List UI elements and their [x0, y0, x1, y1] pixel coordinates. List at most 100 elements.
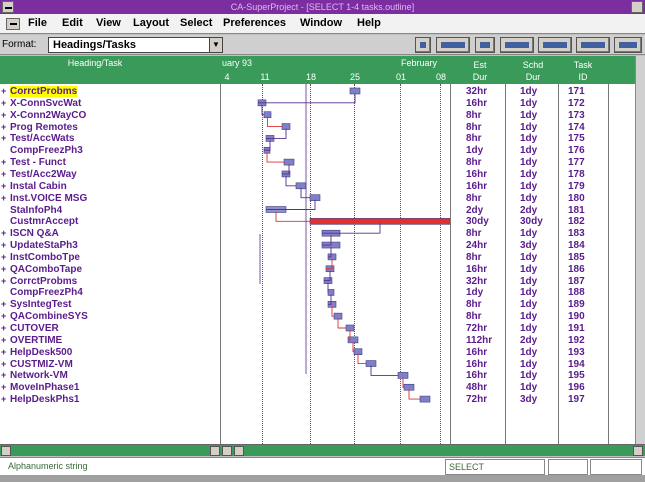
- expand-icon[interactable]: +: [1, 335, 6, 346]
- table-row[interactable]: + CorrctProbms 32hr 1dy 187: [0, 276, 640, 287]
- expand-icon[interactable]: +: [1, 264, 6, 275]
- task-name[interactable]: Test/AccWats: [10, 133, 74, 144]
- table-row[interactable]: CompFreezPh3 1dy 1dy 176: [0, 145, 640, 156]
- table-row[interactable]: + Inst.VOICE MSG 8hr 1dy 180: [0, 193, 640, 204]
- expand-icon[interactable]: +: [1, 323, 6, 334]
- expand-icon[interactable]: +: [1, 133, 6, 144]
- vertical-scrollbar[interactable]: [635, 56, 645, 444]
- scroll-right-icon[interactable]: [234, 446, 244, 456]
- expand-icon[interactable]: +: [1, 122, 6, 133]
- task-name[interactable]: OVERTIME: [10, 335, 62, 346]
- column-heading-task[interactable]: Heading/Task: [20, 58, 170, 68]
- task-name[interactable]: Test/Acc2Way: [10, 169, 77, 180]
- scroll-left-icon[interactable]: [210, 446, 220, 456]
- expand-icon[interactable]: +: [1, 359, 6, 370]
- task-name[interactable]: CompFreezPh4: [10, 287, 83, 298]
- expand-icon[interactable]: +: [1, 193, 6, 204]
- expand-icon[interactable]: +: [1, 240, 6, 251]
- task-name[interactable]: UpdateStaPh3: [10, 240, 78, 251]
- document-menu-icon[interactable]: [6, 18, 20, 30]
- expand-icon[interactable]: +: [1, 110, 6, 121]
- table-row[interactable]: + CUTOVER 72hr 1dy 191: [0, 323, 640, 334]
- menu-edit[interactable]: Edit: [62, 17, 83, 29]
- expand-icon[interactable]: +: [1, 382, 6, 393]
- table-row[interactable]: + HelpDeskPhs1 72hr 3dy 197: [0, 394, 640, 405]
- expand-icon[interactable]: +: [1, 181, 6, 192]
- menu-view[interactable]: View: [96, 17, 121, 29]
- system-menu-icon[interactable]: [2, 1, 14, 13]
- expand-icon[interactable]: +: [1, 157, 6, 168]
- table-row[interactable]: + Network-VM 16hr 1dy 195: [0, 370, 640, 381]
- link-icon[interactable]: [500, 37, 534, 53]
- expand-icon[interactable]: +: [1, 394, 6, 405]
- table-row[interactable]: + Test/Acc2Way 16hr 1dy 178: [0, 169, 640, 180]
- table-row[interactable]: + X-ConnSvcWat 16hr 1dy 172: [0, 98, 640, 109]
- chart-icon[interactable]: [475, 37, 495, 53]
- outline-icon[interactable]: [436, 37, 470, 53]
- table-row[interactable]: StaInfoPh4 2dy 2dy 181: [0, 205, 640, 216]
- table-row[interactable]: + InstComboTpe 8hr 1dy 185: [0, 252, 640, 263]
- menu-file[interactable]: File: [28, 17, 47, 29]
- task-name[interactable]: X-Conn2WayCO: [10, 110, 86, 121]
- expand-icon[interactable]: +: [1, 311, 6, 322]
- table-row[interactable]: + OVERTIME 112hr 2dy 192: [0, 335, 640, 346]
- table-row[interactable]: + Test - Funct 8hr 1dy 177: [0, 157, 640, 168]
- task-name[interactable]: Test - Funct: [10, 157, 66, 168]
- format-dropdown-icon[interactable]: ▼: [209, 37, 223, 53]
- task-name[interactable]: Inst.VOICE MSG: [10, 193, 87, 204]
- task-name[interactable]: Instal Cabin: [10, 181, 67, 192]
- calendar-icon[interactable]: [614, 37, 642, 53]
- table-row[interactable]: + Prog Remotes 8hr 1dy 174: [0, 122, 640, 133]
- expand-icon[interactable]: +: [1, 252, 6, 263]
- table-row[interactable]: + X-Conn2WayCO 8hr 1dy 173: [0, 110, 640, 121]
- expand-icon[interactable]: +: [1, 169, 6, 180]
- column-heading-est[interactable]: Est: [455, 60, 505, 70]
- column-heading-task-id[interactable]: Task: [558, 60, 608, 70]
- task-name[interactable]: Network-VM: [10, 370, 68, 381]
- expand-icon[interactable]: +: [1, 276, 6, 287]
- menu-window[interactable]: Window: [300, 17, 342, 29]
- task-name[interactable]: CompFreezPh3: [10, 145, 83, 156]
- table-row[interactable]: + QAComboTape 16hr 1dy 186: [0, 264, 640, 275]
- task-name[interactable]: CorrctProbms: [10, 276, 77, 287]
- task-name[interactable]: MoveInPhase1: [10, 382, 79, 393]
- task-name[interactable]: HelpDesk500: [10, 347, 72, 358]
- table-row[interactable]: + ISCN Q&A 8hr 1dy 183: [0, 228, 640, 239]
- expand-icon[interactable]: +: [1, 228, 6, 239]
- task-name[interactable]: SysIntegTest: [10, 299, 72, 310]
- table-row[interactable]: + HelpDesk500 16hr 1dy 193: [0, 347, 640, 358]
- resource-icon[interactable]: [538, 37, 572, 53]
- task-name[interactable]: ISCN Q&A: [10, 228, 59, 239]
- table-row[interactable]: CompFreezPh4 1dy 1dy 188: [0, 287, 640, 298]
- table-row[interactable]: + Test/AccWats 8hr 1dy 175: [0, 133, 640, 144]
- task-name[interactable]: InstComboTpe: [10, 252, 80, 263]
- menu-help[interactable]: Help: [357, 17, 381, 29]
- task-name[interactable]: CustmrAccept: [10, 216, 78, 227]
- task-name[interactable]: StaInfoPh4: [10, 205, 62, 216]
- task-name[interactable]: Prog Remotes: [10, 122, 78, 133]
- task-name[interactable]: CUSTMIZ-VM: [10, 359, 73, 370]
- scroll-left-icon[interactable]: [1, 446, 11, 456]
- task-name[interactable]: QACombineSYS: [10, 311, 88, 322]
- task-name[interactable]: CorrctProbms: [10, 86, 78, 97]
- scroll-right-icon[interactable]: [633, 446, 643, 456]
- expand-icon[interactable]: +: [1, 299, 6, 310]
- table-row[interactable]: + QACombineSYS 8hr 1dy 190: [0, 311, 640, 322]
- column-heading-sched[interactable]: Schd: [508, 60, 558, 70]
- table-row[interactable]: + Instal Cabin 16hr 1dy 179: [0, 181, 640, 192]
- table-row[interactable]: + MoveInPhase1 48hr 1dy 196: [0, 382, 640, 393]
- table-row[interactable]: + SysIntegTest 8hr 1dy 189: [0, 299, 640, 310]
- menu-preferences[interactable]: Preferences: [223, 17, 286, 29]
- scroll-right-icon[interactable]: [222, 446, 232, 456]
- task-name[interactable]: QAComboTape: [10, 264, 82, 275]
- zoom-icon[interactable]: [576, 37, 610, 53]
- menu-select[interactable]: Select: [180, 17, 212, 29]
- expand-icon[interactable]: +: [1, 347, 6, 358]
- format-select[interactable]: Headings/Tasks: [48, 37, 210, 53]
- horizontal-scrollbar[interactable]: [0, 444, 645, 456]
- task-name[interactable]: CUTOVER: [10, 323, 59, 334]
- table-row[interactable]: CustmrAccept 30dy 30dy 182: [0, 216, 640, 227]
- expand-icon[interactable]: +: [1, 98, 6, 109]
- menu-layout[interactable]: Layout: [133, 17, 169, 29]
- task-name[interactable]: X-ConnSvcWat: [10, 98, 81, 109]
